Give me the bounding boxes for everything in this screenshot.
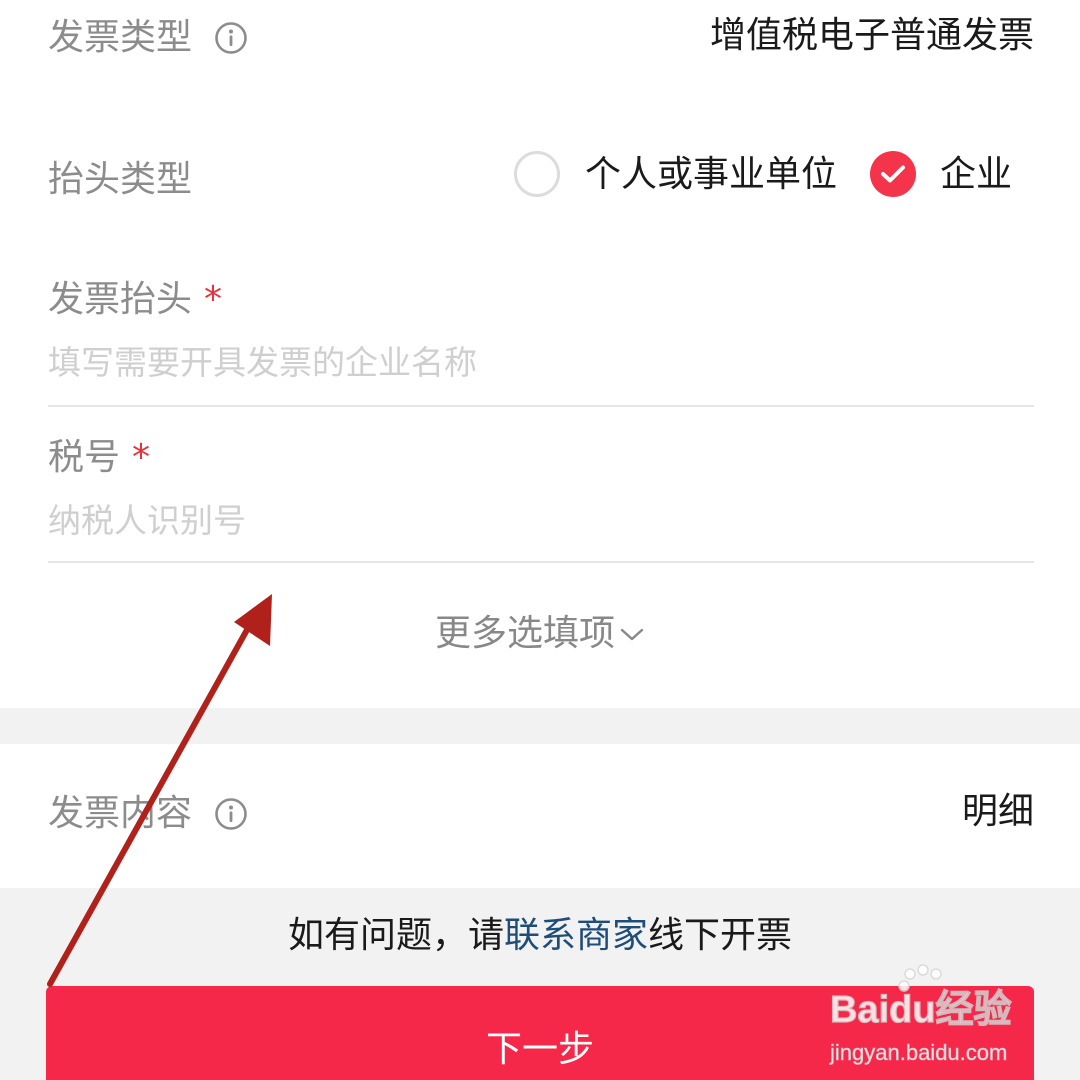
annotation-arrow xyxy=(47,594,272,987)
